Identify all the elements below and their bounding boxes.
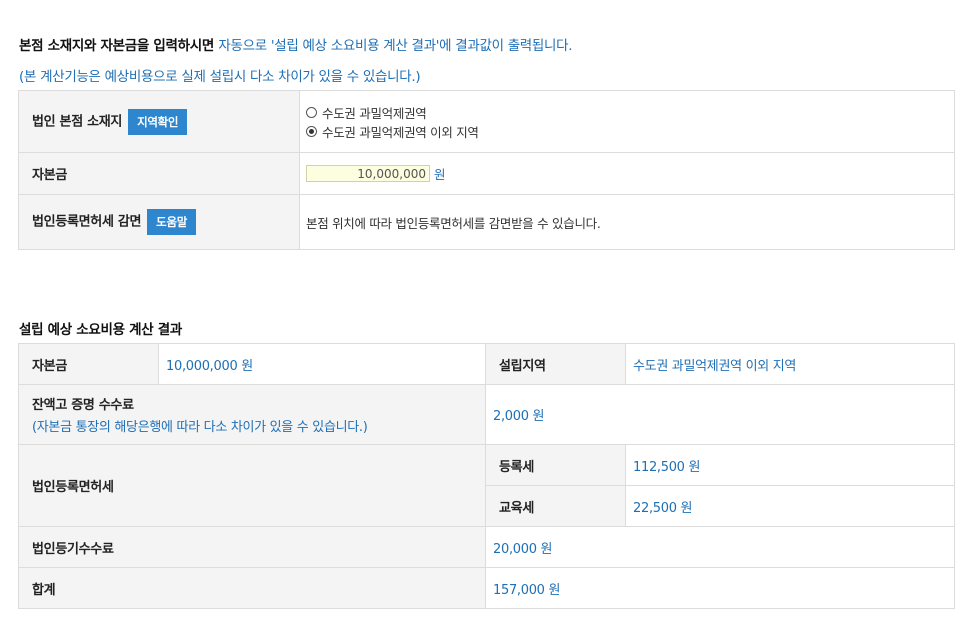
result-capital-label: 자본금 (18, 343, 159, 385)
tax-reduction-label-cell: 법인등록면허세 감면 도움말 (18, 194, 300, 250)
balance-fee-note: (자본금 통장의 해당은행에 따라 다소 차이가 있을 수 있습니다.) (32, 420, 368, 435)
capital-input[interactable] (306, 165, 430, 182)
intro-highlight: 자동으로 '설립 예상 소요비용 계산 결과' (218, 38, 440, 54)
result-capital-value: 10,000,000 원 (158, 343, 486, 385)
capital-label: 자본금 (18, 152, 300, 195)
location-options-cell: 수도권 과밀억제권역 수도권 과밀억제권역 이외 지역 (299, 90, 955, 153)
capital-unit: 원 (434, 167, 446, 182)
education-tax-label: 교육세 (485, 485, 626, 527)
location-label: 법인 본점 소재지 (32, 114, 123, 129)
result-region-label: 설립지역 (485, 343, 626, 385)
help-button[interactable]: 도움말 (147, 209, 197, 235)
radio-unselected-icon[interactable] (306, 106, 317, 118)
result-title: 설립 예상 소요비용 계산 결과 (19, 322, 183, 338)
radio-label-overcrowded: 수도권 과밀억제권역 (322, 105, 427, 121)
balance-fee-label: 잔액고 증명 수수료 (32, 398, 134, 413)
radio-option-overcrowded[interactable]: 수도권 과밀억제권역 (306, 103, 954, 122)
intro-tail: 에 결과값이 출력됩니다. (439, 38, 573, 54)
location-label-cell: 법인 본점 소재지 지역확인 (18, 90, 300, 153)
registry-fee-label: 법인등기수수료 (18, 526, 486, 568)
radio-selected-icon[interactable] (306, 125, 317, 137)
tax-reduction-description: 본점 위치에 따라 법인등록면허세를 감면받을 수 있습니다. (299, 194, 955, 250)
capital-cell: 원 (299, 152, 955, 195)
intro-bold: 본점 소재지와 자본금을 입력하시면 (19, 38, 219, 54)
intro-text: 본점 소재지와 자본금을 입력하시면 자동으로 '설립 예상 소요비용 계산 결… (19, 34, 573, 54)
radio-option-outside[interactable]: 수도권 과밀억제권역 이외 지역 (306, 122, 954, 141)
tax-reduction-label: 법인등록면허세 감면 (32, 214, 142, 230)
registration-tax-value: 112,500 원 (625, 444, 955, 486)
education-tax-value: 22,500 원 (625, 485, 955, 527)
balance-fee-label-cell: 잔액고 증명 수수료 (자본금 통장의 해당은행에 따라 다소 차이가 있을 수… (18, 384, 486, 445)
balance-fee-value: 2,000 원 (485, 384, 955, 445)
result-region-value: 수도권 과밀억제권역 이외 지역 (625, 343, 955, 385)
license-tax-label: 법인등록면허세 (18, 444, 486, 527)
input-form-table: 법인 본점 소재지 지역확인 수도권 과밀억제권역 수도권 과밀억제권역 이외 지… (18, 90, 955, 250)
registry-fee-value: 20,000 원 (485, 526, 955, 568)
total-label: 합계 (18, 567, 486, 609)
region-check-button[interactable]: 지역확인 (128, 108, 188, 135)
registration-tax-label: 등록세 (485, 444, 626, 486)
radio-label-outside: 수도권 과밀억제권역 이외 지역 (322, 124, 479, 140)
total-value: 157,000 원 (485, 567, 955, 609)
intro-note: (본 계산기능은 예상비용으로 실제 설립시 다소 차이가 있을 수 있습니다.… (19, 69, 421, 85)
result-table: 자본금 10,000,000 원 설립지역 수도권 과밀억제권역 이외 지역 잔… (18, 343, 955, 609)
